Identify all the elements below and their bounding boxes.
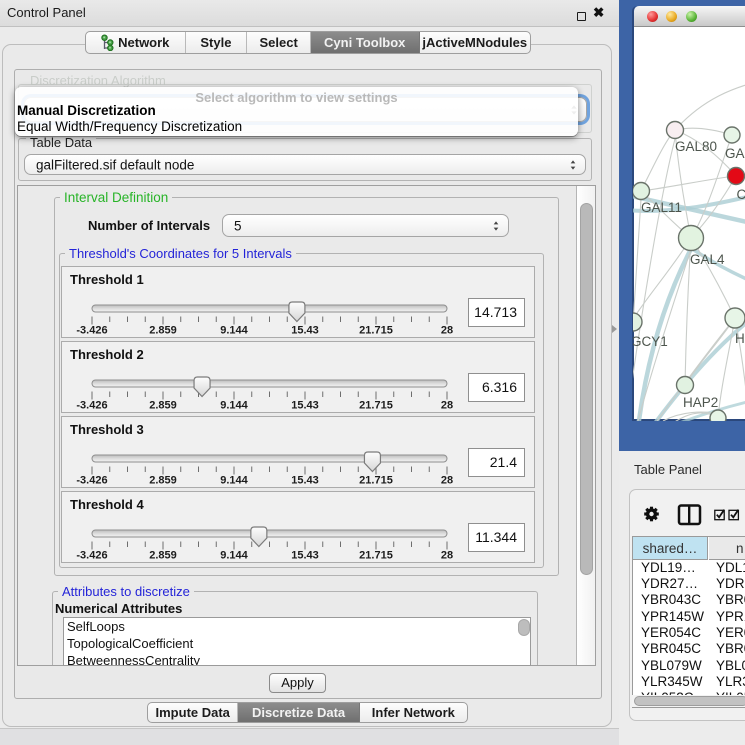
svg-text:2.859: 2.859: [149, 550, 177, 562]
svg-text:2.859: 2.859: [149, 400, 177, 412]
svg-text:28: 28: [441, 325, 453, 337]
svg-text:9.144: 9.144: [220, 325, 248, 337]
svg-text:28: 28: [441, 550, 453, 562]
svg-text:21.715: 21.715: [359, 475, 393, 487]
svg-text:-3.426: -3.426: [76, 400, 107, 412]
svg-text:GAL4: GAL4: [690, 252, 725, 267]
svg-text:-3.426: -3.426: [76, 475, 107, 487]
svg-text:GAL80: GAL80: [675, 139, 717, 154]
svg-text:9.144: 9.144: [220, 550, 248, 562]
svg-text:-3.426: -3.426: [76, 325, 107, 337]
svg-text:21.715: 21.715: [359, 400, 393, 412]
svg-text:GCY1: GCY1: [633, 334, 668, 349]
svg-text:21.715: 21.715: [359, 550, 393, 562]
svg-text:21.715: 21.715: [359, 325, 393, 337]
svg-text:HAP2: HAP2: [683, 395, 718, 410]
svg-text:GAL11: GAL11: [641, 200, 682, 215]
svg-text:2.859: 2.859: [149, 475, 177, 487]
svg-text:15.43: 15.43: [291, 400, 319, 412]
svg-text:9.144: 9.144: [220, 400, 248, 412]
svg-text:GA: GA: [725, 146, 745, 161]
svg-text:C: C: [737, 187, 745, 202]
svg-text:2.859: 2.859: [149, 325, 177, 337]
svg-text:-3.426: -3.426: [76, 550, 107, 562]
svg-text:28: 28: [441, 475, 453, 487]
svg-text:15.43: 15.43: [291, 550, 319, 562]
svg-text:28: 28: [441, 400, 453, 412]
svg-text:9.144: 9.144: [220, 475, 248, 487]
svg-text:H: H: [735, 331, 745, 346]
svg-text:15.43: 15.43: [291, 475, 319, 487]
svg-text:15.43: 15.43: [291, 325, 319, 337]
